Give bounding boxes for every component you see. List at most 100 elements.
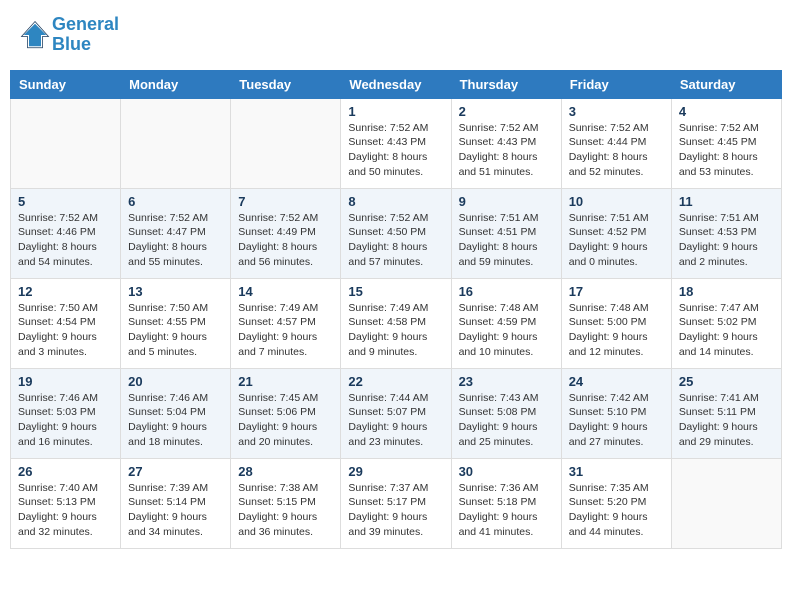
day-number: 18	[679, 284, 774, 299]
day-info: Sunrise: 7:39 AM Sunset: 5:14 PM Dayligh…	[128, 481, 223, 540]
day-number: 30	[459, 464, 554, 479]
weekday-header: Wednesday	[341, 70, 451, 98]
calendar-cell: 16 Sunrise: 7:48 AM Sunset: 4:59 PM Dayli…	[451, 278, 561, 368]
day-info: Sunrise: 7:52 AM Sunset: 4:47 PM Dayligh…	[128, 211, 223, 270]
day-number: 8	[348, 194, 443, 209]
day-info: Sunrise: 7:50 AM Sunset: 4:55 PM Dayligh…	[128, 301, 223, 360]
day-number: 27	[128, 464, 223, 479]
calendar-cell: 3 Sunrise: 7:52 AM Sunset: 4:44 PM Daylig…	[561, 98, 671, 188]
calendar-cell: 5 Sunrise: 7:52 AM Sunset: 4:46 PM Daylig…	[11, 188, 121, 278]
calendar-cell: 11 Sunrise: 7:51 AM Sunset: 4:53 PM Dayli…	[671, 188, 781, 278]
calendar-cell: 20 Sunrise: 7:46 AM Sunset: 5:04 PM Dayli…	[121, 368, 231, 458]
day-info: Sunrise: 7:41 AM Sunset: 5:11 PM Dayligh…	[679, 391, 774, 450]
logo: General Blue	[20, 15, 119, 55]
weekday-header: Tuesday	[231, 70, 341, 98]
day-number: 25	[679, 374, 774, 389]
day-number: 31	[569, 464, 664, 479]
calendar-cell: 25 Sunrise: 7:41 AM Sunset: 5:11 PM Dayli…	[671, 368, 781, 458]
day-info: Sunrise: 7:52 AM Sunset: 4:44 PM Dayligh…	[569, 121, 664, 180]
day-number: 20	[128, 374, 223, 389]
calendar-week-row: 5 Sunrise: 7:52 AM Sunset: 4:46 PM Daylig…	[11, 188, 782, 278]
calendar-cell: 31 Sunrise: 7:35 AM Sunset: 5:20 PM Dayli…	[561, 458, 671, 548]
day-number: 12	[18, 284, 113, 299]
day-info: Sunrise: 7:35 AM Sunset: 5:20 PM Dayligh…	[569, 481, 664, 540]
day-number: 21	[238, 374, 333, 389]
day-info: Sunrise: 7:42 AM Sunset: 5:10 PM Dayligh…	[569, 391, 664, 450]
day-info: Sunrise: 7:49 AM Sunset: 4:57 PM Dayligh…	[238, 301, 333, 360]
calendar-cell: 17 Sunrise: 7:48 AM Sunset: 5:00 PM Dayli…	[561, 278, 671, 368]
day-number: 23	[459, 374, 554, 389]
day-number: 26	[18, 464, 113, 479]
calendar-cell: 10Sunrise: 7:51 AM Sunset: 4:52 PM Dayli…	[561, 188, 671, 278]
day-number: 9	[459, 194, 554, 209]
day-number: 15	[348, 284, 443, 299]
day-info: Sunrise: 7:37 AM Sunset: 5:17 PM Dayligh…	[348, 481, 443, 540]
day-info: Sunrise: 7:48 AM Sunset: 5:00 PM Dayligh…	[569, 301, 664, 360]
day-info: Sunrise: 7:52 AM Sunset: 4:46 PM Dayligh…	[18, 211, 113, 270]
weekday-header: Monday	[121, 70, 231, 98]
day-number: 24	[569, 374, 664, 389]
day-info: Sunrise: 7:36 AM Sunset: 5:18 PM Dayligh…	[459, 481, 554, 540]
day-info: Sunrise: 7:46 AM Sunset: 5:04 PM Dayligh…	[128, 391, 223, 450]
calendar-week-row: 12 Sunrise: 7:50 AM Sunset: 4:54 PM Dayli…	[11, 278, 782, 368]
calendar-week-row: 1Sunrise: 7:52 AM Sunset: 4:43 PM Daylig…	[11, 98, 782, 188]
weekday-header: Friday	[561, 70, 671, 98]
day-info: Sunrise: 7:45 AM Sunset: 5:06 PM Dayligh…	[238, 391, 333, 450]
day-info: Sunrise: 7:51 AM Sunset: 4:51 PM Dayligh…	[459, 211, 554, 270]
day-number: 13	[128, 284, 223, 299]
day-info: Sunrise: 7:48 AM Sunset: 4:59 PM Dayligh…	[459, 301, 554, 360]
calendar-cell: 1Sunrise: 7:52 AM Sunset: 4:43 PM Daylig…	[341, 98, 451, 188]
calendar-cell: 22 Sunrise: 7:44 AM Sunset: 5:07 PM Dayli…	[341, 368, 451, 458]
calendar-header-row: SundayMondayTuesdayWednesdayThursdayFrid…	[11, 70, 782, 98]
weekday-header: Saturday	[671, 70, 781, 98]
day-number: 19	[18, 374, 113, 389]
calendar-cell: 23 Sunrise: 7:43 AM Sunset: 5:08 PM Dayli…	[451, 368, 561, 458]
day-number: 29	[348, 464, 443, 479]
day-info: Sunrise: 7:46 AM Sunset: 5:03 PM Dayligh…	[18, 391, 113, 450]
day-number: 2	[459, 104, 554, 119]
day-number: 10	[569, 194, 664, 209]
day-number: 11	[679, 194, 774, 209]
day-number: 6	[128, 194, 223, 209]
page-header: General Blue	[10, 10, 782, 60]
day-info: Sunrise: 7:44 AM Sunset: 5:07 PM Dayligh…	[348, 391, 443, 450]
calendar-cell	[11, 98, 121, 188]
calendar-table: SundayMondayTuesdayWednesdayThursdayFrid…	[10, 70, 782, 549]
day-info: Sunrise: 7:52 AM Sunset: 4:43 PM Dayligh…	[459, 121, 554, 180]
calendar-cell: 18 Sunrise: 7:47 AM Sunset: 5:02 PM Dayli…	[671, 278, 781, 368]
calendar-cell: 14Sunrise: 7:49 AM Sunset: 4:57 PM Dayli…	[231, 278, 341, 368]
day-info: Sunrise: 7:52 AM Sunset: 4:45 PM Dayligh…	[679, 121, 774, 180]
day-info: Sunrise: 7:52 AM Sunset: 4:43 PM Dayligh…	[348, 121, 443, 180]
day-info: Sunrise: 7:51 AM Sunset: 4:53 PM Dayligh…	[679, 211, 774, 270]
calendar-week-row: 26Sunrise: 7:40 AM Sunset: 5:13 PM Dayli…	[11, 458, 782, 548]
day-info: Sunrise: 7:50 AM Sunset: 4:54 PM Dayligh…	[18, 301, 113, 360]
calendar-cell	[121, 98, 231, 188]
calendar-cell: 28Sunrise: 7:38 AM Sunset: 5:15 PM Dayli…	[231, 458, 341, 548]
day-number: 3	[569, 104, 664, 119]
calendar-cell: 19 Sunrise: 7:46 AM Sunset: 5:03 PM Dayli…	[11, 368, 121, 458]
day-info: Sunrise: 7:38 AM Sunset: 5:15 PM Dayligh…	[238, 481, 333, 540]
calendar-cell: 15Sunrise: 7:49 AM Sunset: 4:58 PM Dayli…	[341, 278, 451, 368]
day-number: 17	[569, 284, 664, 299]
calendar-cell: 30 Sunrise: 7:36 AM Sunset: 5:18 PM Dayli…	[451, 458, 561, 548]
calendar-cell: 21 Sunrise: 7:45 AM Sunset: 5:06 PM Dayli…	[231, 368, 341, 458]
calendar-cell: 12 Sunrise: 7:50 AM Sunset: 4:54 PM Dayli…	[11, 278, 121, 368]
day-number: 7	[238, 194, 333, 209]
calendar-cell: 24 Sunrise: 7:42 AM Sunset: 5:10 PM Dayli…	[561, 368, 671, 458]
day-info: Sunrise: 7:52 AM Sunset: 4:49 PM Dayligh…	[238, 211, 333, 270]
calendar-cell: 26Sunrise: 7:40 AM Sunset: 5:13 PM Dayli…	[11, 458, 121, 548]
calendar-cell: 29 Sunrise: 7:37 AM Sunset: 5:17 PM Dayli…	[341, 458, 451, 548]
day-number: 5	[18, 194, 113, 209]
day-info: Sunrise: 7:47 AM Sunset: 5:02 PM Dayligh…	[679, 301, 774, 360]
day-number: 16	[459, 284, 554, 299]
calendar-cell: 6 Sunrise: 7:52 AM Sunset: 4:47 PM Daylig…	[121, 188, 231, 278]
calendar-cell: 7 Sunrise: 7:52 AM Sunset: 4:49 PM Daylig…	[231, 188, 341, 278]
calendar-cell: 27 Sunrise: 7:39 AM Sunset: 5:14 PM Dayli…	[121, 458, 231, 548]
calendar-cell: 4Sunrise: 7:52 AM Sunset: 4:45 PM Daylig…	[671, 98, 781, 188]
calendar-cell: 13 Sunrise: 7:50 AM Sunset: 4:55 PM Dayli…	[121, 278, 231, 368]
day-number: 22	[348, 374, 443, 389]
logo-icon	[20, 20, 50, 50]
day-info: Sunrise: 7:43 AM Sunset: 5:08 PM Dayligh…	[459, 391, 554, 450]
calendar-cell: 2 Sunrise: 7:52 AM Sunset: 4:43 PM Daylig…	[451, 98, 561, 188]
calendar-cell: 8Sunrise: 7:52 AM Sunset: 4:50 PM Daylig…	[341, 188, 451, 278]
